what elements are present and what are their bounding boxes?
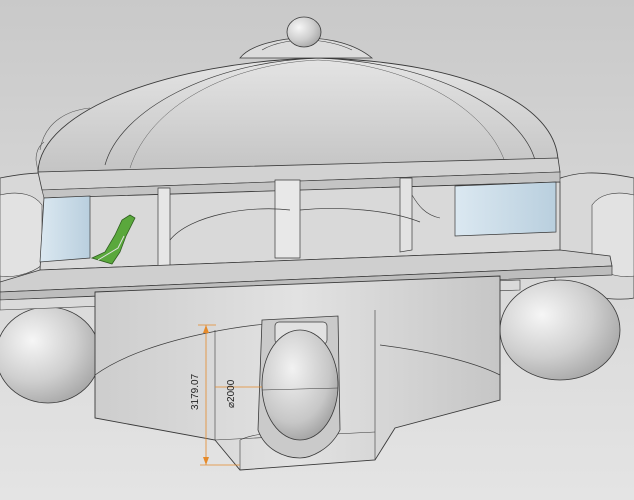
diameter-dimension-label: ⌀2000 xyxy=(226,379,237,408)
window-left xyxy=(39,195,91,263)
main-dome xyxy=(35,16,559,173)
height-dimension-label: 3179.07 xyxy=(190,373,201,410)
cad-3d-viewport[interactable]: 3179.07 ⌀2000 xyxy=(0,0,634,500)
lower-hull xyxy=(94,275,501,471)
pressure-tank xyxy=(257,315,341,459)
window-right xyxy=(454,181,557,237)
dome-model-section-view[interactable]: 3179.07 ⌀2000 xyxy=(0,0,634,500)
